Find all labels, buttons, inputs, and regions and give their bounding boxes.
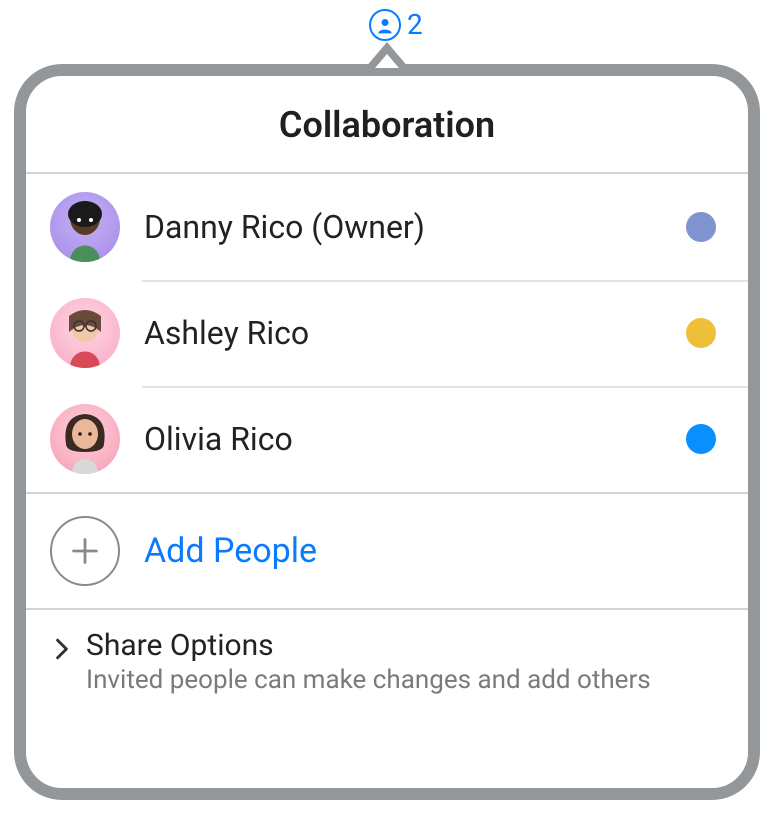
avatar bbox=[50, 192, 120, 262]
share-options-button[interactable]: Share Options Invited people can make ch… bbox=[26, 610, 748, 713]
popover-arrow bbox=[365, 42, 409, 68]
collaborator-list: Danny Rico (Owner) Ashley Rico bbox=[26, 174, 748, 492]
collaborator-color-dot bbox=[686, 212, 716, 242]
collaborator-color-dot bbox=[686, 318, 716, 348]
add-people-label: Add People bbox=[144, 531, 317, 571]
share-options-title: Share Options bbox=[86, 628, 651, 663]
collaborator-row[interactable]: Ashley Rico bbox=[26, 280, 748, 386]
chevron-right-icon bbox=[50, 632, 74, 666]
add-people-button[interactable]: Add People bbox=[26, 492, 748, 610]
collaborator-name: Ashley Rico bbox=[144, 314, 662, 352]
popover-title: Collaboration bbox=[26, 76, 748, 174]
avatar bbox=[50, 404, 120, 474]
avatar bbox=[50, 298, 120, 368]
person-circle-icon bbox=[369, 9, 401, 41]
collaborator-color-dot bbox=[686, 424, 716, 454]
collaborator-row[interactable]: Danny Rico (Owner) bbox=[26, 174, 748, 280]
collaboration-toolbar-button[interactable]: 2 bbox=[369, 8, 423, 41]
share-options-subtitle: Invited people can make changes and add … bbox=[86, 665, 651, 695]
collaborator-count: 2 bbox=[407, 8, 423, 41]
collaborator-name: Olivia Rico bbox=[144, 420, 662, 458]
collaborator-name: Danny Rico (Owner) bbox=[144, 208, 662, 246]
plus-icon bbox=[50, 516, 120, 586]
collaborator-row[interactable]: Olivia Rico bbox=[26, 386, 748, 492]
collaboration-popover: Collaboration Danny Rico (Owner) bbox=[14, 44, 760, 800]
